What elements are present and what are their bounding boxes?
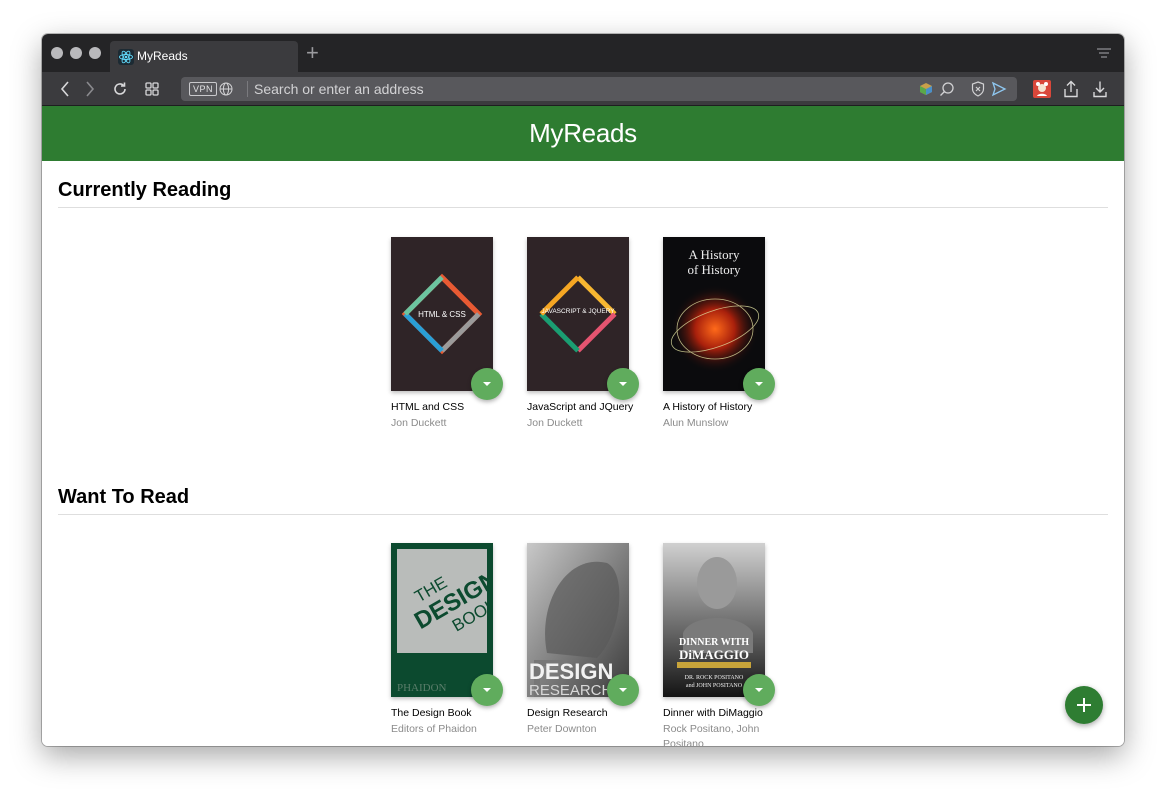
address-divider: [247, 81, 248, 97]
tab-bar: MyReads +: [42, 34, 1124, 72]
browser-window: MyReads + VPN Search or enter an address: [42, 34, 1124, 746]
svg-text:RESEARCH: RESEARCH: [529, 682, 612, 697]
react-favicon-icon: [118, 49, 134, 65]
arrow-down-icon: [483, 688, 491, 692]
send-icon[interactable]: [991, 81, 1007, 102]
book-cover[interactable]: JAVASCRIPT & JQUERY: [527, 237, 629, 391]
svg-text:A History: A History: [689, 247, 740, 262]
speed-dial-icon[interactable]: [142, 79, 162, 99]
bookshelf-currently-reading: Currently Reading HTML & CSS HTML and CS…: [58, 179, 1108, 479]
reload-icon[interactable]: [110, 79, 130, 99]
shelf-changer-button[interactable]: [607, 674, 639, 706]
arrow-down-icon: [755, 382, 763, 386]
close-window-button[interactable]: [51, 47, 63, 59]
minimize-window-button[interactable]: [70, 47, 82, 59]
address-bar[interactable]: VPN Search or enter an address: [181, 77, 1017, 101]
shelf-changer-button[interactable]: [607, 368, 639, 400]
svg-text:DESIGN: DESIGN: [529, 659, 613, 684]
tab-title: MyReads: [137, 49, 188, 63]
book-title: The Design Book: [391, 707, 472, 719]
tab-menu-icon[interactable]: [1096, 46, 1112, 65]
search-lens-icon[interactable]: [939, 81, 955, 102]
book-authors: Jon Duckett: [391, 417, 447, 429]
book-cover[interactable]: HTML & CSS: [391, 237, 493, 391]
svg-text:PHAIDON: PHAIDON: [397, 682, 447, 694]
add-book-button[interactable]: [1065, 686, 1103, 724]
plus-icon: [1077, 698, 1091, 712]
shield-icon[interactable]: [971, 81, 985, 102]
book-authors: Editors of Phaidon: [391, 723, 477, 735]
share-icon[interactable]: [1061, 79, 1081, 99]
arrow-down-icon: [755, 688, 763, 692]
book-cover-text: HTML & CSS: [418, 310, 466, 319]
book-cover[interactable]: DINNER WITH DiMAGGIO DR. ROCK POSITANO a…: [663, 543, 765, 697]
book-title: HTML and CSS: [391, 401, 465, 413]
book-title: A History of History: [663, 401, 753, 413]
back-icon[interactable]: [55, 79, 75, 99]
book-cover[interactable]: A History of History: [663, 237, 765, 391]
download-icon[interactable]: [1090, 79, 1110, 99]
book-authors: Peter Downton: [527, 723, 597, 735]
extension-icon[interactable]: [919, 82, 933, 101]
book-authors: Rock Positano, John Positano: [663, 723, 760, 746]
zoom-window-button[interactable]: [89, 47, 101, 59]
book-cover[interactable]: THE DESIGN BOOK PHAIDON: [391, 543, 493, 697]
bookshelf-title: Want To Read: [58, 486, 1108, 515]
bookshelf-title: Currently Reading: [58, 179, 1108, 208]
svg-text:of History: of History: [687, 262, 741, 277]
app-page: MyReads Currently Reading HTML & CSS HTM…: [42, 106, 1124, 746]
svg-text:DR. ROCK POSITANO: DR. ROCK POSITANO: [685, 675, 744, 681]
browser-tab[interactable]: MyReads: [110, 41, 298, 72]
browser-toolbar: VPN Search or enter an address: [42, 72, 1124, 106]
profile-icon[interactable]: [1032, 79, 1052, 99]
bookshelf-want-to-read: Want To Read THE DESIGN BOOK PHAIDON The…: [58, 486, 1108, 746]
book-cover[interactable]: DESIGN RESEARCH: [527, 543, 629, 697]
arrow-down-icon: [619, 382, 627, 386]
book-title: Design Research: [527, 707, 608, 719]
shelf-changer-button[interactable]: [471, 368, 503, 400]
app-header: MyReads: [42, 106, 1124, 161]
shelf-changer-button[interactable]: [743, 368, 775, 400]
book-title: Dinner with DiMaggio: [663, 707, 763, 719]
book-title: JavaScript and JQuery: [527, 401, 634, 413]
arrow-down-icon: [619, 688, 627, 692]
arrow-down-icon: [483, 382, 491, 386]
book-cover-text: JAVASCRIPT & JQUERY: [541, 308, 615, 315]
svg-text:and JOHN POSITANO: and JOHN POSITANO: [686, 683, 743, 689]
forward-icon[interactable]: [80, 79, 100, 99]
shelf-changer-button[interactable]: [743, 674, 775, 706]
book-authors: Alun Munslow: [663, 417, 729, 429]
book-authors: Jon Duckett: [527, 417, 583, 429]
vpn-badge[interactable]: VPN: [189, 82, 218, 96]
globe-icon[interactable]: [219, 82, 233, 101]
svg-text:DiMAGGIO: DiMAGGIO: [679, 647, 749, 662]
app-title: MyReads: [529, 118, 637, 148]
new-tab-button[interactable]: +: [306, 41, 319, 65]
shelf-changer-button[interactable]: [471, 674, 503, 706]
address-input[interactable]: Search or enter an address: [254, 81, 424, 97]
